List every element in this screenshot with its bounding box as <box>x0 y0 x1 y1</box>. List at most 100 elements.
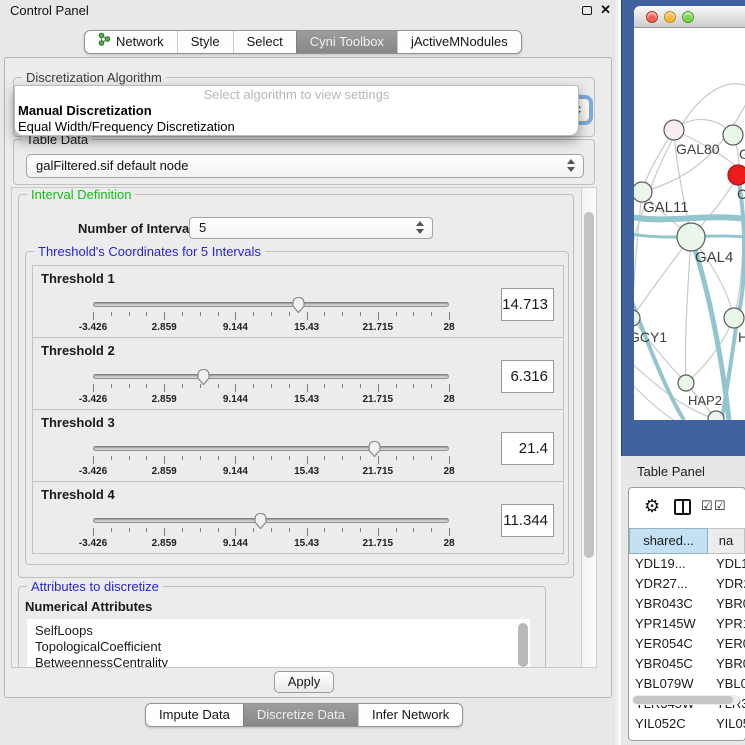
threshold-slider[interactable]: -3.4262.8599.14415.4321.71528 <box>93 512 449 550</box>
tab-impute-data[interactable]: Impute Data <box>146 704 243 726</box>
tab-style[interactable]: Style <box>177 31 233 53</box>
table-row[interactable]: YBR045CYBR04 <box>629 654 745 674</box>
network-edge[interactable] <box>634 358 716 419</box>
tab-infer-network[interactable]: Infer Network <box>358 704 462 726</box>
tab-jactivemnodules[interactable]: jActiveMNodules <box>397 31 521 53</box>
cell-name[interactable]: YPR14 <box>709 614 745 634</box>
column-header-name[interactable]: na <box>708 528 745 554</box>
cell-name[interactable]: YBR04 <box>709 654 745 674</box>
cell-shared-name[interactable]: YDL19... <box>629 554 709 574</box>
slider-thumb-icon[interactable] <box>196 368 211 389</box>
spinner-arrows-icon <box>416 221 425 234</box>
network-node[interactable] <box>664 120 684 140</box>
checked-box-icon[interactable]: ☑ <box>714 498 726 514</box>
network-edge[interactable] <box>686 318 734 383</box>
float-window-icon[interactable] <box>582 6 592 15</box>
threshold-value-field[interactable]: 21.4 <box>501 432 554 465</box>
slider-thumb-icon[interactable] <box>253 512 268 533</box>
table-header: shared... na <box>629 528 745 554</box>
threshold-slider[interactable]: -3.4262.8599.14415.4321.71528 <box>93 296 449 334</box>
main-scrollbar-thumb[interactable] <box>584 212 594 558</box>
network-node[interactable] <box>677 223 705 251</box>
network-canvas[interactable]: GAL80GACGAL11GAL4GCY1HHAP2 <box>634 28 745 420</box>
close-button[interactable] <box>646 11 658 23</box>
main-scrollbar[interactable] <box>581 187 597 668</box>
network-node[interactable] <box>728 165 745 185</box>
cell-name[interactable]: YDR27 <box>709 574 745 594</box>
slider-thumb-icon[interactable] <box>291 296 306 317</box>
slider-scale: -3.4262.8599.14415.4321.71528 <box>93 538 449 550</box>
cell-name[interactable]: YIL05 <box>709 714 745 734</box>
table-hscrollbar-thumb[interactable] <box>633 696 733 704</box>
cell-shared-name[interactable]: YER054C <box>629 634 709 654</box>
checked-box-icon[interactable]: ☑ <box>701 498 713 514</box>
network-node[interactable] <box>678 375 694 391</box>
cell-shared-name[interactable]: YBL079W <box>629 674 709 694</box>
network-node-label: GA <box>739 146 745 162</box>
algorithm-dropdown-popup: Select algorithm to view settings Manual… <box>14 85 579 136</box>
popup-item[interactable]: Equal Width/Frequency Discretization <box>15 119 578 135</box>
attributes-list[interactable]: SelfLoopsTopologicalCoefficientBetweenne… <box>27 619 530 668</box>
network-node[interactable] <box>723 125 743 145</box>
slider-thumb-icon[interactable] <box>367 440 382 461</box>
slider-track[interactable] <box>93 518 449 523</box>
table-row[interactable]: YBL079WYBL07 <box>629 674 745 694</box>
cell-name[interactable]: YBR04 <box>709 594 745 614</box>
popup-item[interactable]: Manual Discretization <box>15 103 578 119</box>
network-edge[interactable] <box>634 237 691 318</box>
list-scrollbar-thumb[interactable] <box>518 623 528 667</box>
minimize-button[interactable] <box>664 11 676 23</box>
gear-icon[interactable]: ⚙ <box>644 496 660 517</box>
cell-shared-name[interactable]: YBR043C <box>629 594 709 614</box>
tab-network[interactable]: Network <box>85 31 177 53</box>
threshold-slider[interactable]: -3.4262.8599.14415.4321.71528 <box>93 368 449 406</box>
table-row[interactable]: YIL052CYIL05 <box>629 714 745 734</box>
threshold-value-field[interactable]: 11.344 <box>501 504 554 537</box>
apply-button[interactable]: Apply <box>274 671 334 693</box>
threshold-row: Threshold 2-3.4262.8599.14415.4321.71528… <box>32 337 564 410</box>
scale-tick-label: 15.43 <box>294 322 319 333</box>
cell-shared-name[interactable]: YIL052C <box>629 714 709 734</box>
network-window-titlebar <box>634 6 745 28</box>
cell-name[interactable]: YDL19 <box>709 554 745 574</box>
table-row[interactable]: YDL19...YDL19 <box>629 554 745 574</box>
column-header-shared-name[interactable]: shared... <box>629 528 708 554</box>
attribute-item[interactable]: SelfLoops <box>27 619 530 639</box>
cell-shared-name[interactable]: YPR145W <box>629 614 709 634</box>
tab-cyni-toolbox[interactable]: Cyni Toolbox <box>296 31 397 53</box>
number-of-intervals-spinner[interactable]: 5 <box>189 217 433 239</box>
split-columns-icon[interactable] <box>674 499 691 515</box>
cell-name[interactable]: YBL07 <box>709 674 745 694</box>
threshold-value-field[interactable]: 14.713 <box>501 288 554 321</box>
close-icon[interactable]: ✕ <box>600 2 611 18</box>
network-node[interactable] <box>724 308 744 328</box>
scale-tick-label: 9.144 <box>223 394 248 405</box>
network-edge[interactable] <box>634 192 642 318</box>
slider-scale: -3.4262.8599.14415.4321.71528 <box>93 322 449 334</box>
table-row[interactable]: YBR043CYBR04 <box>629 594 745 614</box>
table-row[interactable]: YER054CYER05 <box>629 634 745 654</box>
slider-track[interactable] <box>93 302 449 307</box>
tab-label: Select <box>247 31 283 53</box>
attribute-item[interactable]: BetweennessCentrality <box>27 655 530 668</box>
slider-track[interactable] <box>93 446 449 451</box>
tab-discretize-data[interactable]: Discretize Data <box>243 704 358 726</box>
table-data-combobox[interactable]: galFiltered.sif default node <box>26 154 584 178</box>
slider-track[interactable] <box>93 374 449 379</box>
cell-shared-name[interactable]: YDR27... <box>629 574 709 594</box>
tab-select[interactable]: Select <box>233 31 296 53</box>
table-data-group: Table Data galFiltered.sif default node <box>13 139 595 185</box>
cell-shared-name[interactable]: YBR045C <box>629 654 709 674</box>
threshold-label: Threshold 4 <box>41 487 115 502</box>
zoom-button[interactable] <box>682 11 694 23</box>
group-title: Interval Definition <box>27 187 135 202</box>
cell-name[interactable]: YER05 <box>709 634 745 654</box>
table-row[interactable]: YDR27...YDR27 <box>629 574 745 594</box>
network-edge[interactable] <box>685 237 691 383</box>
attribute-item[interactable]: TopologicalCoefficient <box>27 639 530 655</box>
threshold-slider[interactable]: -3.4262.8599.14415.4321.71528 <box>93 440 449 478</box>
table-hscrollbar[interactable] <box>632 695 740 705</box>
network-edge[interactable] <box>634 216 745 220</box>
table-row[interactable]: YPR145WYPR14 <box>629 614 745 634</box>
threshold-value-field[interactable]: 6.316 <box>501 360 554 393</box>
